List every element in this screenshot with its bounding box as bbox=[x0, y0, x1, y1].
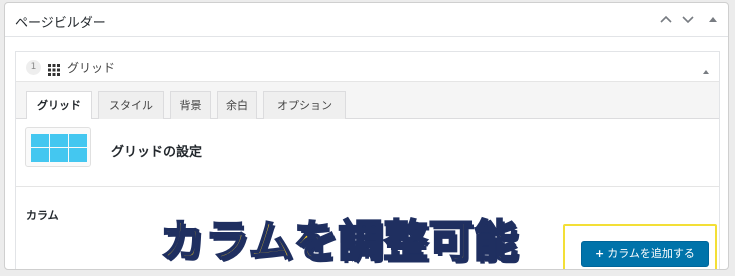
grid-settings-row[interactable]: グリッドの設定 bbox=[16, 119, 719, 187]
grid-icon bbox=[48, 61, 60, 80]
plus-icon: + bbox=[595, 247, 605, 260]
overlay-caption: カラムを調整可能 bbox=[159, 215, 519, 268]
grid-settings-title: グリッドの設定 bbox=[111, 145, 203, 160]
panel-title: ページビルダー bbox=[15, 16, 106, 31]
tab-bar: グリッド スタイル 背景 余白 オプション bbox=[16, 82, 719, 120]
grid-layout-icon bbox=[25, 127, 91, 167]
block-number-badge: 1 bbox=[26, 60, 41, 75]
collapse-triangle-icon[interactable] bbox=[701, 62, 711, 81]
collapse-triangle-icon[interactable] bbox=[704, 9, 722, 29]
add-column-button[interactable]: + カラムを追加する bbox=[581, 241, 709, 267]
tab-grid[interactable]: グリッド bbox=[26, 91, 92, 120]
tab-margin[interactable]: 余白 bbox=[217, 91, 257, 119]
column-label: カラム bbox=[26, 209, 59, 222]
block-header[interactable]: 1 グリッド bbox=[16, 52, 719, 82]
chevron-down-icon[interactable] bbox=[679, 9, 697, 29]
tab-background[interactable]: 背景 bbox=[170, 91, 211, 119]
chevron-up-icon[interactable] bbox=[657, 9, 675, 29]
block-title: グリッド bbox=[67, 61, 116, 75]
panel-header[interactable]: ページビルダー bbox=[5, 3, 728, 37]
add-column-label: カラムを追加する bbox=[607, 247, 695, 260]
tab-style[interactable]: スタイル bbox=[98, 91, 164, 119]
tab-options[interactable]: オプション bbox=[263, 91, 346, 119]
